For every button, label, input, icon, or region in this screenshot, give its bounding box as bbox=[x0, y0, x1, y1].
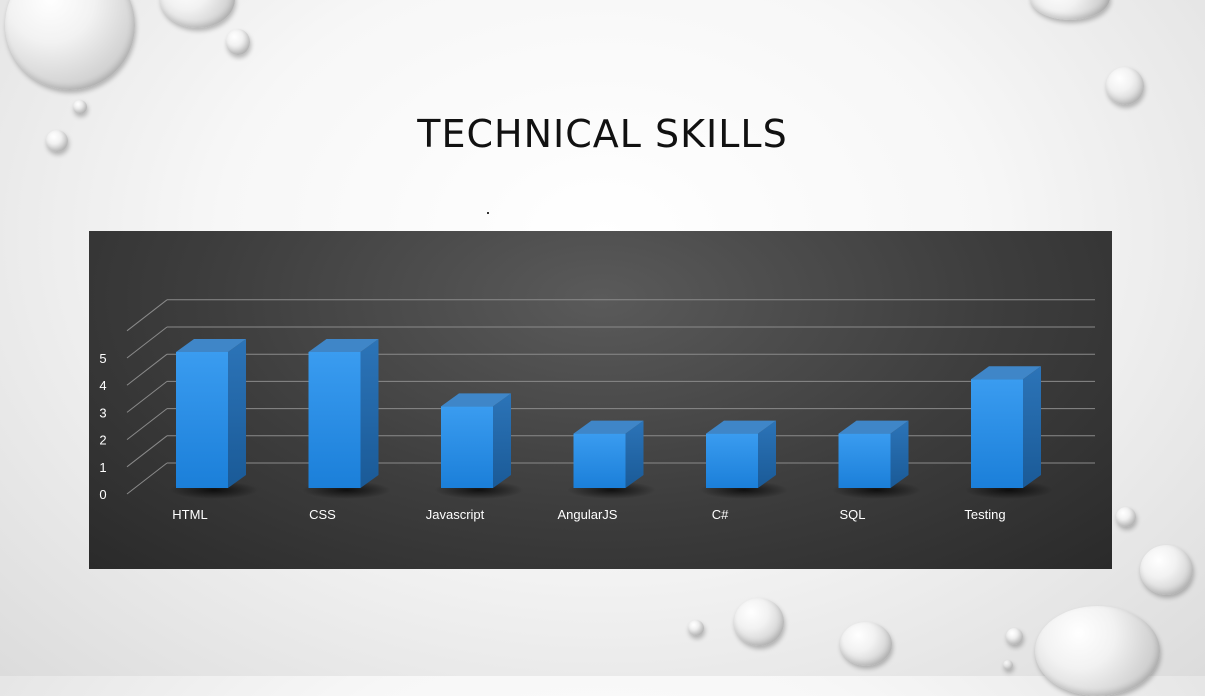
bar-side bbox=[228, 339, 246, 488]
y-tick-label: 5 bbox=[99, 351, 106, 366]
x-tick-label: CSS bbox=[309, 507, 336, 522]
y-tick-label: 2 bbox=[99, 433, 106, 448]
x-tick-label: SQL bbox=[839, 507, 865, 522]
slide-title: TECHNICAL SKILLS bbox=[417, 112, 788, 156]
water-drop-decoration bbox=[688, 620, 704, 636]
bar-testing bbox=[971, 379, 1023, 488]
bar-c- bbox=[706, 433, 758, 488]
stray-dot bbox=[487, 212, 489, 214]
water-drop-decoration bbox=[734, 598, 784, 646]
bar-side bbox=[1023, 366, 1041, 488]
water-drop-decoration bbox=[1035, 606, 1160, 696]
gridline-depth bbox=[126, 299, 168, 332]
water-drop-decoration bbox=[5, 0, 135, 90]
water-drop-decoration bbox=[1116, 507, 1136, 527]
chart-panel: 0 1 2 3 4 5 HTML CSS Javascript AngularJS C# SQL Tes… bbox=[89, 231, 1112, 569]
water-drop-decoration bbox=[1106, 67, 1144, 105]
x-tick-label: C# bbox=[712, 507, 729, 522]
water-drop-decoration bbox=[160, 0, 235, 28]
x-tick-label: Javascript bbox=[426, 507, 485, 522]
y-tick-label: 0 bbox=[99, 487, 106, 502]
x-tick-label: Testing bbox=[964, 507, 1005, 522]
bar-chart: 0 1 2 3 4 5 HTML CSS Javascript AngularJS C# SQL Tes… bbox=[99, 299, 1095, 522]
water-drop-decoration bbox=[1006, 628, 1023, 645]
bar-angularjs bbox=[573, 433, 626, 488]
bar-javascript bbox=[441, 406, 493, 488]
x-tick-label: AngularJS bbox=[558, 507, 618, 522]
gridline-depth bbox=[126, 462, 168, 495]
bar-sql bbox=[838, 433, 891, 488]
y-tick-label: 4 bbox=[99, 378, 106, 393]
bar-html bbox=[176, 352, 228, 488]
y-tick-label: 3 bbox=[99, 405, 106, 420]
x-tick-label: HTML bbox=[172, 507, 207, 522]
water-drop-decoration bbox=[840, 622, 892, 666]
gridline-depth bbox=[126, 435, 168, 468]
gridline-depth bbox=[126, 326, 168, 359]
gridline-depth bbox=[126, 353, 168, 386]
bar-css bbox=[308, 352, 361, 488]
water-drop-decoration bbox=[1030, 0, 1110, 20]
water-drop-decoration bbox=[226, 29, 250, 55]
gridline-depth bbox=[126, 408, 168, 440]
water-drop-decoration bbox=[1140, 545, 1193, 595]
slide: TECHNICAL SKILLS 0 1 2 3 4 5 HTML CSS Javascript… bbox=[0, 0, 1205, 696]
water-drop-decoration bbox=[1003, 660, 1013, 670]
bar-side bbox=[493, 393, 511, 488]
y-tick-label: 1 bbox=[99, 460, 106, 475]
gridline-depth bbox=[126, 381, 168, 413]
bar-side bbox=[360, 339, 379, 488]
